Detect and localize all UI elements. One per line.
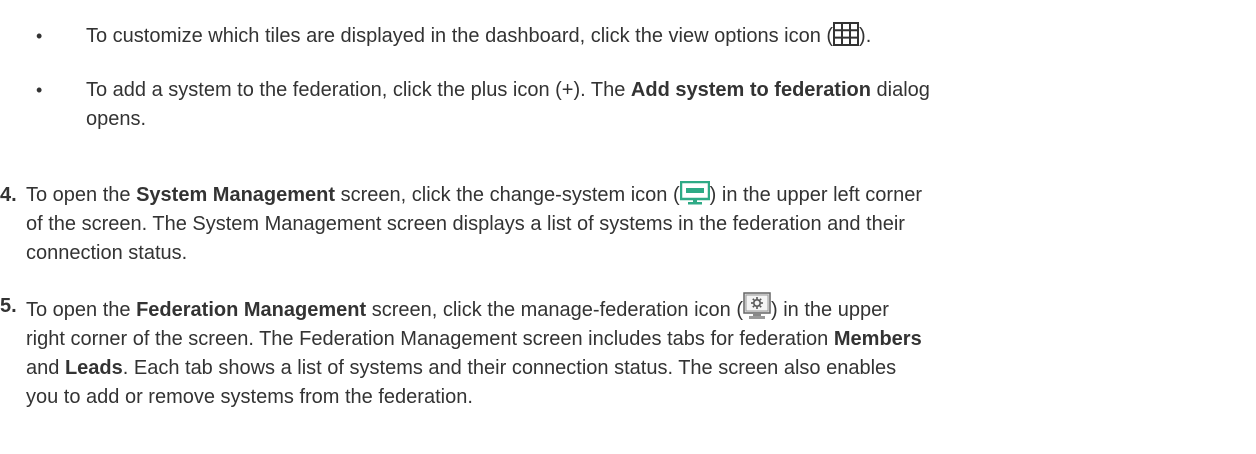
text-segment: connection status.	[26, 242, 188, 264]
text-segment: screen, click the manage-federation icon…	[366, 299, 743, 321]
bullet-dot: •	[36, 26, 43, 46]
text-segment: and	[26, 357, 65, 379]
tab-name: Members	[833, 328, 922, 350]
text-segment: To add a system to the federation, click…	[86, 79, 631, 101]
text-segment: To open the	[26, 299, 137, 321]
text-segment: To open the	[26, 184, 137, 206]
text-segment: ) in the upper	[771, 299, 889, 321]
text-segment: opens.	[86, 108, 147, 130]
text-segment: ) in the upper left corner	[709, 184, 922, 206]
text-segment: . Each tab shows a list of systems and t…	[122, 357, 897, 379]
monitor-icon	[679, 181, 710, 205]
text-segment: dialog	[870, 79, 930, 101]
grid-view-icon	[833, 22, 860, 46]
bullet-dot: •	[36, 80, 43, 100]
step-number: 4.	[0, 184, 17, 206]
step-number: 5.	[0, 295, 17, 317]
text-segment: right corner of the screen. The Federati…	[26, 328, 834, 350]
bullet-text: To add a system to the federation, click…	[86, 76, 1226, 134]
text-segment: screen, click the change-system icon (	[335, 184, 680, 206]
screen-name: Federation Management	[136, 299, 367, 321]
screen-name: System Management	[136, 184, 336, 206]
step-text: To open the Federation Management screen…	[26, 292, 1246, 412]
step-text: To open the System Management screen, cl…	[26, 181, 1246, 268]
text-segment: ).	[859, 25, 872, 47]
bullet-text: To customize which tiles are displayed i…	[86, 22, 1226, 51]
tab-name: Leads	[64, 357, 123, 379]
manage-federation-icon	[743, 292, 771, 320]
text-segment: you to add or remove systems from the fe…	[26, 386, 473, 408]
text-segment: To customize which tiles are displayed i…	[86, 25, 834, 47]
text-segment: of the screen. The System Management scr…	[26, 213, 905, 235]
dialog-name: Add system to federation	[630, 79, 871, 101]
